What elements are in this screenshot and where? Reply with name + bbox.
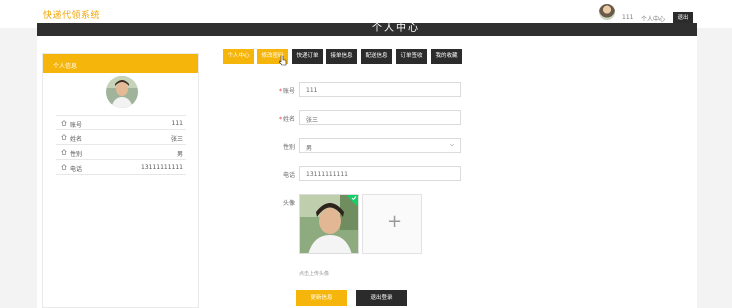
avatar-label: 头像 xyxy=(282,200,295,207)
tab-my-favorites[interactable]: 我的收藏 xyxy=(431,49,462,64)
page-title: 个人中心 xyxy=(372,23,420,34)
tab-accepted-orders[interactable]: 接单信息 xyxy=(326,49,357,64)
home-icon xyxy=(61,120,67,126)
check-icon xyxy=(351,196,357,201)
name-label: *姓名 xyxy=(278,116,295,123)
user-avatar[interactable] xyxy=(599,4,615,20)
profile-row-value: 男 xyxy=(176,151,183,158)
profile-row-gender: 性别 男 xyxy=(56,145,186,160)
plus-icon: + xyxy=(387,211,403,232)
tab-express-orders[interactable]: 快递订单 xyxy=(292,49,323,64)
profile-card: 个人信息 账号 111 姓名 张三 性别 男 电话 13111111111 xyxy=(42,53,199,308)
page-title-strip: 个人中心 xyxy=(37,23,697,36)
home-icon xyxy=(61,134,67,140)
username-label: 111 xyxy=(622,14,634,21)
tab-delivery-info[interactable]: 配送信息 xyxy=(361,49,392,64)
profile-avatar xyxy=(106,76,138,108)
tab-personal-center[interactable]: 个人中心 xyxy=(223,49,254,64)
profile-row-value: 111 xyxy=(171,120,183,127)
update-info-button[interactable]: 更新信息 xyxy=(296,290,347,306)
profile-row-name: 姓名 张三 xyxy=(56,130,186,145)
logout-account-button[interactable]: 退出登录 xyxy=(356,290,407,306)
home-icon xyxy=(61,149,67,155)
upload-hint: 点击上传头像 xyxy=(299,271,330,277)
gender-label: 性别 xyxy=(282,144,295,151)
name-field[interactable]: 张三 xyxy=(299,110,461,125)
account-field[interactable]: 111 xyxy=(299,82,461,97)
avatar-upload-button[interactable]: + xyxy=(362,194,422,254)
profile-row-label: 电话 xyxy=(70,166,83,173)
profile-row-value: 13111111111 xyxy=(141,164,183,171)
profile-row-account: 账号 111 xyxy=(56,115,186,130)
gender-select-value: 男 xyxy=(306,145,313,152)
home-icon xyxy=(61,164,67,170)
profile-info-list: 账号 111 姓名 张三 性别 男 电话 13111111111 xyxy=(56,115,186,175)
tab-order-signoff[interactable]: 订单签收 xyxy=(396,49,427,64)
profile-card-heading: 个人信息 xyxy=(43,54,198,73)
brand-title[interactable]: 快递代领系统 xyxy=(43,8,100,21)
phone-field[interactable]: 13111111111 xyxy=(299,166,461,181)
mouse-pointer-icon xyxy=(279,56,287,66)
user-center-link[interactable]: 个人中心 xyxy=(641,14,665,23)
profile-row-label: 性别 xyxy=(70,151,83,158)
avatar-image xyxy=(300,195,358,253)
profile-row-value: 张三 xyxy=(170,136,183,143)
account-label: *账号 xyxy=(278,88,295,95)
profile-row-phone: 电话 13111111111 xyxy=(56,160,186,175)
profile-row-label: 姓名 xyxy=(70,136,83,143)
profile-row-label: 账号 xyxy=(70,122,83,129)
gender-select[interactable]: 男 xyxy=(299,138,461,153)
phone-label: 电话 xyxy=(282,172,295,179)
avatar-preview[interactable] xyxy=(299,194,359,254)
chevron-down-icon xyxy=(449,143,455,147)
